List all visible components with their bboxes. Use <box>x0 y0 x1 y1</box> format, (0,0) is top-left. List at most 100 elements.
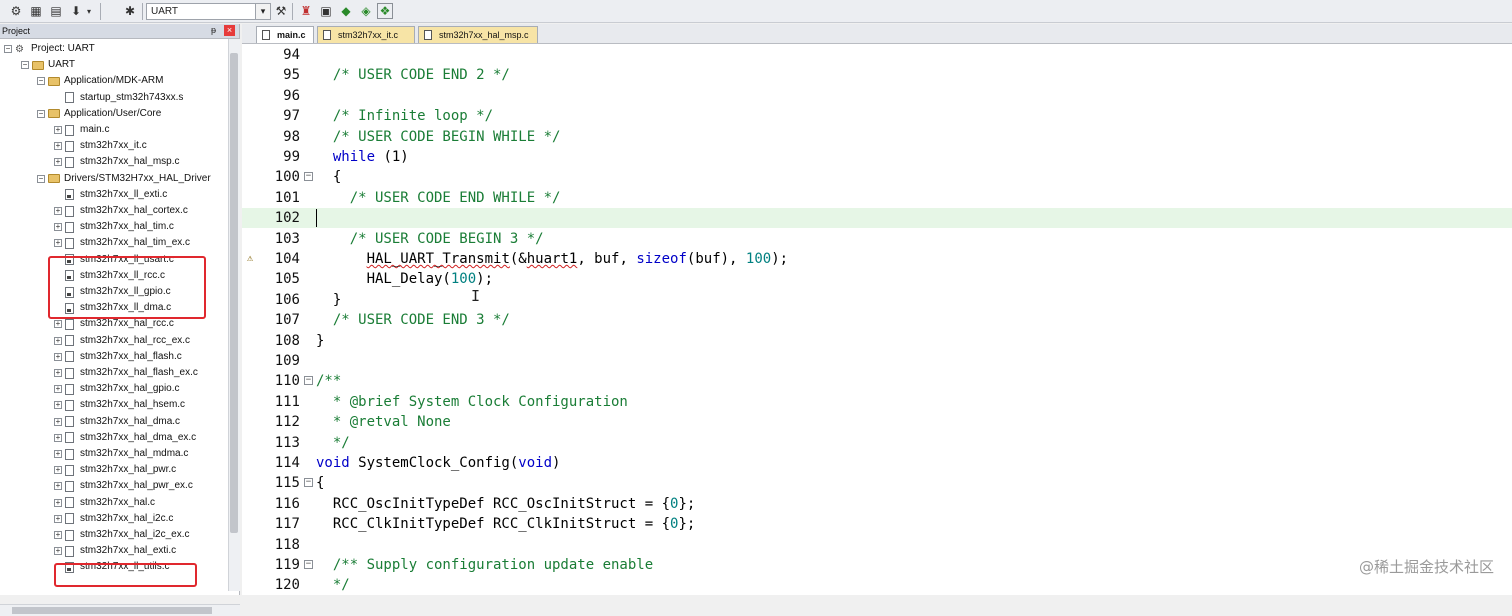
select-pack-icon[interactable]: ▣ <box>318 3 334 19</box>
expand-icon[interactable]: + <box>54 352 62 361</box>
tree-item[interactable]: + stm32h7xx_hal_dma.c <box>54 414 180 430</box>
tree-item[interactable]: − Application/User/Core <box>37 106 161 122</box>
collapse-icon[interactable]: − <box>4 45 12 53</box>
tree-item[interactable]: + stm32h7xx_hal_hsem.c <box>54 397 185 413</box>
tree-horizontal-scrollbar[interactable] <box>0 604 240 616</box>
code-token: } <box>316 291 342 308</box>
expand-icon[interactable]: + <box>54 336 62 345</box>
expand-icon[interactable]: + <box>54 417 62 426</box>
file-extensions-icon[interactable]: ♜ <box>298 3 314 19</box>
batch-build-icon[interactable]: ▤ <box>48 3 64 19</box>
tree-item[interactable]: + stm32h7xx_hal_flash_ex.c <box>54 365 198 381</box>
tree-item[interactable]: + stm32h7xx_it.c <box>54 138 147 154</box>
target-select[interactable]: UART ▾ <box>146 3 271 20</box>
expand-icon[interactable]: + <box>54 385 62 394</box>
tree-item[interactable]: + stm32h7xx_hal_i2c.c <box>54 511 173 527</box>
tree-item[interactable]: + stm32h7xx_hal_dma_ex.c <box>54 430 196 446</box>
build-icon[interactable]: ⚙ <box>8 3 24 19</box>
tree-item[interactable]: + stm32h7xx_hal_cortex.c <box>54 203 188 219</box>
scrollbar-thumb[interactable] <box>12 607 212 614</box>
editor-tab[interactable]: stm32h7xx_it.c <box>317 26 415 43</box>
chevron-down-icon[interactable]: ▾ <box>255 4 270 19</box>
fold-icon[interactable]: − <box>304 172 313 182</box>
expand-icon[interactable]: + <box>54 223 62 232</box>
expand-icon[interactable]: + <box>54 547 62 556</box>
tree-item[interactable]: + stm32h7xx_hal_rcc_ex.c <box>54 333 190 349</box>
dropdown-icon[interactable]: ▾ <box>84 3 94 19</box>
expand-icon[interactable]: + <box>54 401 62 410</box>
code-token: */ <box>332 577 350 594</box>
tree-item[interactable]: stm32h7xx_ll_exti.c <box>54 187 167 203</box>
tree-item[interactable]: + stm32h7xx_hal.c <box>54 495 155 511</box>
tree-item[interactable]: + stm32h7xx_hal_tim.c <box>54 219 174 235</box>
fold-icon[interactable]: − <box>304 376 313 386</box>
collapse-icon[interactable]: − <box>37 174 45 183</box>
fold-icon[interactable]: − <box>304 478 313 488</box>
expand-icon[interactable]: + <box>54 142 62 151</box>
close-icon[interactable]: × <box>224 25 235 36</box>
options-icon[interactable]: ✱ <box>122 3 138 19</box>
code-token: ) <box>552 455 561 471</box>
tree-item[interactable]: + stm32h7xx_hal_pwr.c <box>54 462 176 478</box>
editor-tab[interactable]: stm32h7xx_hal_msp.c <box>418 26 538 43</box>
code-area[interactable]: 94 95 /* USER CODE END 2 */ 96 97 /* Infini… <box>242 44 1512 595</box>
collapse-icon[interactable]: − <box>37 109 45 118</box>
expand-icon[interactable]: + <box>54 466 62 475</box>
tree-item[interactable]: + stm32h7xx_hal_gpio.c <box>54 381 180 397</box>
tree-item-label: Application/User/Core <box>64 107 162 119</box>
tree-item-label: stm32h7xx_hal_pwr_ex.c <box>80 480 193 492</box>
tree-item[interactable]: + stm32h7xx_hal_pwr_ex.c <box>54 478 193 494</box>
tree-vertical-scrollbar[interactable] <box>228 39 240 591</box>
expand-icon[interactable]: + <box>54 498 62 507</box>
expand-icon[interactable]: + <box>54 239 62 248</box>
scrollbar-thumb[interactable] <box>230 53 238 533</box>
expand-icon[interactable]: + <box>54 450 62 458</box>
tree-item[interactable]: + stm32h7xx_hal_i2c_ex.c <box>54 527 190 543</box>
tree-item[interactable]: + main.c <box>54 122 109 138</box>
tree-item[interactable]: − Application/MDK-ARM <box>37 73 163 89</box>
event-recorder-icon[interactable]: ❖ <box>377 3 393 19</box>
rebuild-icon[interactable]: ▦ <box>28 3 44 19</box>
code-token: 100 <box>450 271 477 288</box>
tree-item[interactable]: − ⚙ Project: UART <box>4 41 95 57</box>
expand-icon[interactable]: + <box>54 126 62 134</box>
fold-icon[interactable]: − <box>304 560 313 569</box>
green-diamond-icon[interactable]: ◆ <box>338 3 354 19</box>
line-number: 116 <box>274 495 300 512</box>
tree-item[interactable]: − Drivers/STM32H7xx_HAL_Driver <box>37 171 211 187</box>
pin-icon[interactable]: ᵽ <box>208 25 219 36</box>
expand-icon[interactable]: + <box>54 369 62 377</box>
pack-installer-icon[interactable]: ◈ <box>358 3 374 19</box>
tree-item[interactable]: + stm32h7xx_hal_exti.c <box>54 543 176 559</box>
expand-icon[interactable]: + <box>54 514 62 523</box>
line-number: 98 <box>283 128 300 145</box>
expand-icon[interactable]: + <box>54 158 62 167</box>
code-text: } <box>316 331 324 351</box>
line-number: 103 <box>274 230 300 247</box>
tree-item[interactable]: + stm32h7xx_hal_msp.c <box>54 154 180 170</box>
expand-icon[interactable]: + <box>54 531 62 539</box>
editor-tab[interactable]: main.c <box>256 26 314 43</box>
expand-icon[interactable]: + <box>54 320 62 329</box>
file-icon <box>323 30 331 40</box>
tree-item[interactable]: + stm32h7xx_hal_flash.c <box>54 349 182 365</box>
code-token: , buf, <box>577 251 637 267</box>
code-token: /* USER CODE BEGIN WHILE */ <box>332 128 561 145</box>
tree-item[interactable]: + stm32h7xx_hal_tim_ex.c <box>54 235 190 251</box>
collapse-icon[interactable]: − <box>21 61 29 70</box>
code-token: SystemClock_Config( <box>349 455 519 471</box>
expand-icon[interactable]: + <box>54 207 62 215</box>
tree-item[interactable]: startup_stm32h743xx.s <box>54 90 183 106</box>
code-line: 109 <box>242 351 1512 371</box>
collapse-icon[interactable]: − <box>37 77 45 86</box>
tree-item[interactable]: + stm32h7xx_hal_mdma.c <box>54 446 188 462</box>
expand-icon[interactable]: + <box>54 482 62 491</box>
download-icon[interactable]: ⬇ <box>68 3 84 19</box>
manage-project-icon[interactable]: ⚒ <box>273 3 289 19</box>
code-line: 115−{ <box>242 473 1512 493</box>
code-line: 110−/** <box>242 371 1512 391</box>
tree-item[interactable]: − UART <box>21 57 75 73</box>
toolbar-separator <box>142 3 143 20</box>
expand-icon[interactable]: + <box>54 433 62 442</box>
